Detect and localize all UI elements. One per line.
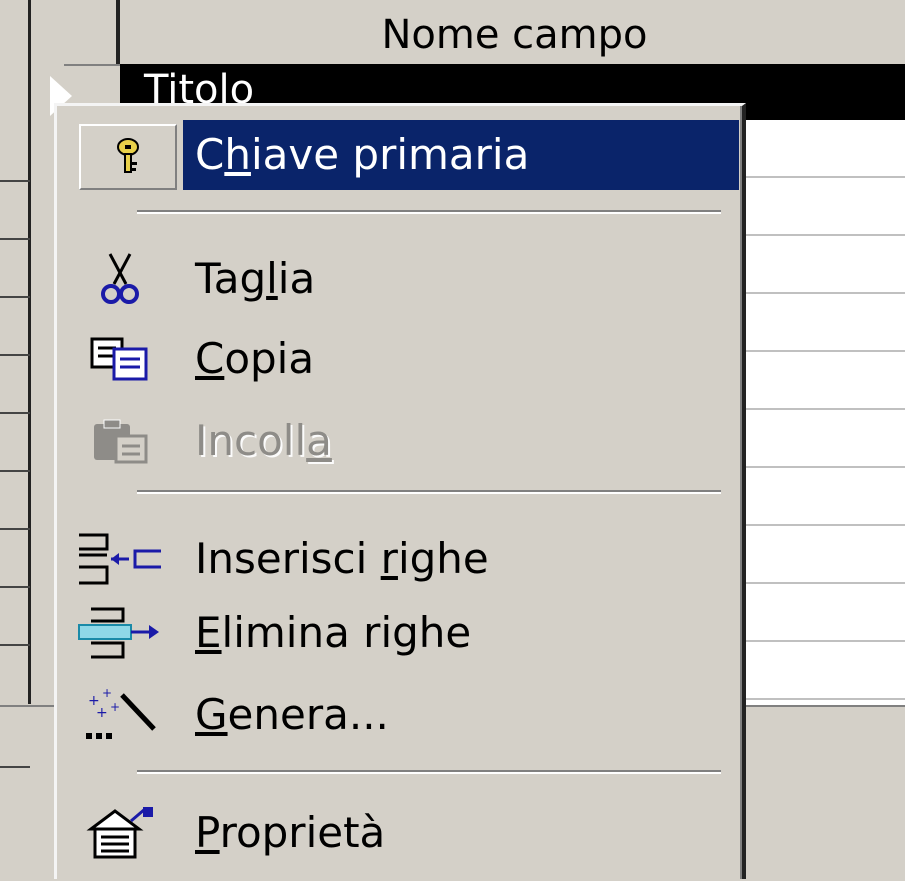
- menu-item-primary-key[interactable]: Chiave primaria: [71, 114, 745, 190]
- menu-item-build[interactable]: + + + + Genera...: [71, 680, 745, 750]
- svg-text:+: +: [102, 686, 112, 700]
- row-divider: [0, 586, 30, 588]
- menu-item-label: Taglia: [195, 254, 316, 303]
- header-selector-cell: [28, 0, 120, 64]
- menu-item-insert-rows[interactable]: Inserisci righe: [71, 524, 745, 594]
- menu-item-label: Chiave primaria: [195, 130, 530, 179]
- row-divider: [0, 644, 30, 646]
- menu-item-label: Inserisci righe: [195, 534, 489, 583]
- svg-text:+: +: [96, 705, 108, 721]
- paste-icon: [77, 411, 163, 471]
- menu-item-label: Genera...: [195, 690, 389, 739]
- menu-item-copy[interactable]: Copia: [71, 324, 745, 394]
- column-header-field-name[interactable]: Nome campo: [124, 0, 905, 64]
- key-icon: [79, 124, 177, 190]
- scissors-icon: [77, 249, 163, 309]
- row-divider: [0, 412, 30, 414]
- menu-item-cut[interactable]: Taglia: [71, 244, 745, 314]
- row-divider: [0, 766, 30, 768]
- menu-item-label: Proprietà: [195, 808, 386, 857]
- insert-rows-icon: [77, 529, 163, 589]
- magic-wand-icon: + + + +: [77, 685, 163, 745]
- svg-text:+: +: [110, 700, 120, 714]
- menu-separator: [137, 770, 721, 774]
- menu-item-label: Copia: [195, 334, 315, 383]
- row-divider: [0, 296, 30, 298]
- column-header-row: Nome campo: [0, 0, 905, 66]
- row-divider: [0, 180, 30, 182]
- menu-item-properties[interactable]: Proprietà: [71, 798, 745, 868]
- menu-item-label: Incolla: [195, 416, 332, 465]
- row-divider: [0, 354, 30, 356]
- copy-icon: [77, 329, 163, 389]
- row-divider: [0, 470, 30, 472]
- properties-icon: [77, 803, 163, 863]
- menu-separator: [137, 490, 721, 494]
- menu-item-label: Elimina righe: [195, 608, 472, 657]
- row-divider: [0, 238, 30, 240]
- delete-rows-icon: [77, 603, 163, 663]
- menu-item-paste[interactable]: Incolla: [71, 406, 745, 476]
- menu-item-delete-rows[interactable]: Elimina righe: [71, 598, 745, 668]
- menu-separator: [137, 210, 721, 214]
- context-menu: Chiave primaria Taglia Copia Incolla Ins…: [54, 103, 746, 879]
- row-divider: [0, 528, 30, 530]
